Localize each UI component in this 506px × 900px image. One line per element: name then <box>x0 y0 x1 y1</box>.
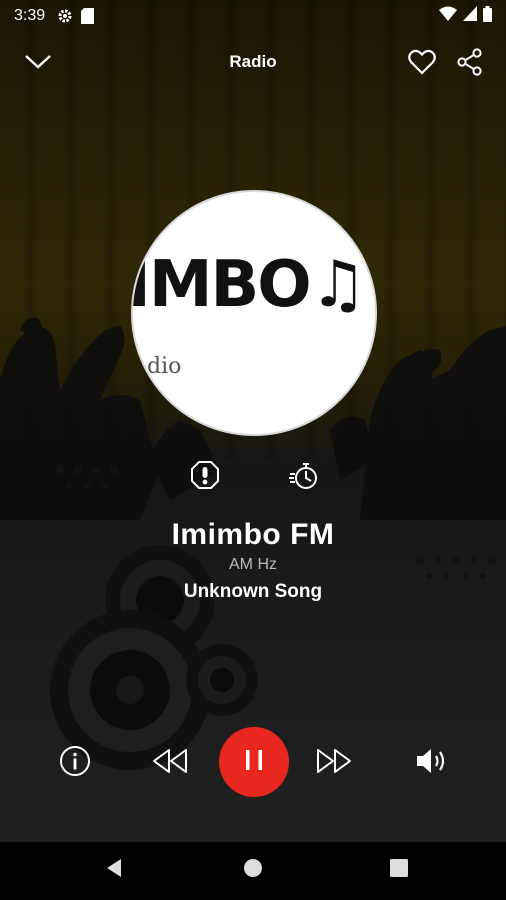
rewind-button[interactable] <box>148 744 192 782</box>
recents-icon <box>390 858 408 882</box>
wifi-icon <box>439 6 457 27</box>
pause-icon <box>244 748 264 777</box>
info-button[interactable] <box>56 744 94 782</box>
system-nav-bar <box>0 842 506 900</box>
song-title: Unknown Song <box>183 581 323 602</box>
rewind-icon <box>151 747 189 780</box>
station-logo-text: IMBO♫ <box>131 248 367 322</box>
pause-button[interactable] <box>219 727 289 797</box>
share-button[interactable] <box>450 44 490 84</box>
settings-icon <box>57 8 73 24</box>
volume-icon <box>415 747 449 780</box>
report-icon <box>190 460 220 495</box>
info-icon <box>59 745 91 782</box>
nav-home-button[interactable] <box>233 850 273 890</box>
nav-recents-button[interactable] <box>379 850 419 890</box>
station-artwork: IMBO♫ dio <box>131 190 377 436</box>
home-icon <box>243 858 263 883</box>
volume-button[interactable] <box>412 744 452 782</box>
share-icon <box>456 47 484 81</box>
station-name: Imimbo FM <box>171 518 335 551</box>
station-logo-subtext: dio <box>147 354 182 379</box>
sleep-timer-icon <box>288 460 320 497</box>
sd-card-icon <box>81 8 95 24</box>
nav-back-button[interactable] <box>94 850 134 890</box>
back-icon <box>105 858 123 883</box>
sleep-timer-button[interactable] <box>284 458 324 498</box>
report-button[interactable] <box>186 458 224 496</box>
fast-forward-icon <box>315 747 353 780</box>
app-bar: Radio <box>0 40 506 86</box>
station-frequency: AM Hz <box>229 556 277 573</box>
status-time: 3:39 <box>14 7 46 24</box>
battery-icon <box>483 5 492 27</box>
favorite-button[interactable] <box>402 44 442 84</box>
heart-icon <box>408 49 436 80</box>
signal-icon <box>463 6 477 26</box>
fast-forward-button[interactable] <box>312 744 356 782</box>
status-bar: 3:39 <box>0 0 506 32</box>
